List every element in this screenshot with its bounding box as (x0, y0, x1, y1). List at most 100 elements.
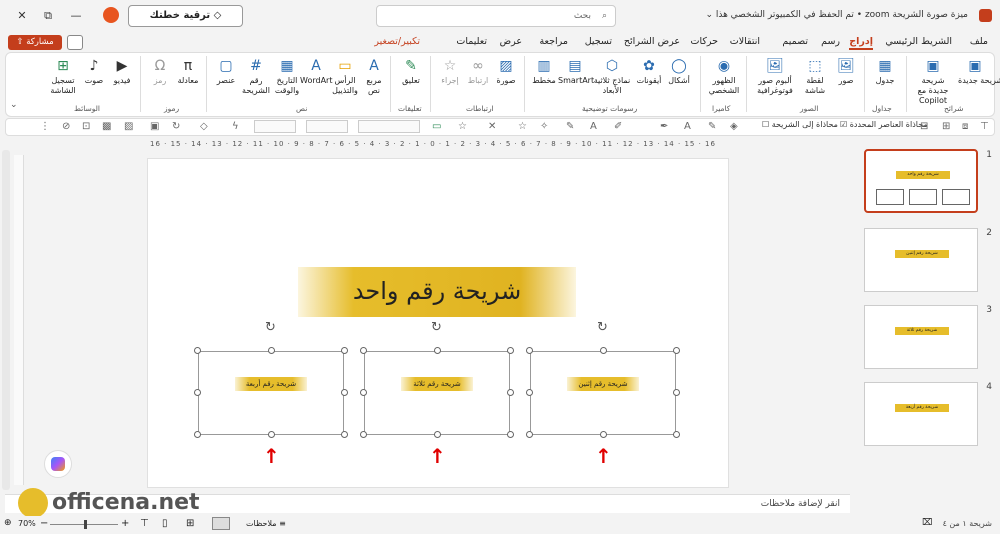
slide-thumbnail-4[interactable]: شريحة رقم أربعة (864, 382, 978, 446)
fit-slide-option[interactable]: ☐ محاذاة إلى الشريحة (762, 120, 838, 129)
resize-handle[interactable] (434, 347, 441, 354)
pen-icon[interactable]: ✎ (708, 121, 716, 132)
minimize-button[interactable]: — (66, 6, 86, 26)
resize-handle[interactable] (526, 347, 533, 354)
resize-handle[interactable] (673, 389, 680, 396)
search-input[interactable]: بحث ⌕ (376, 5, 616, 27)
brush-icon[interactable]: ✐ (614, 121, 622, 132)
bolt-icon[interactable]: ϟ (232, 121, 239, 132)
new-slide-button[interactable]: ▣ شريحة جديدة (958, 58, 1000, 86)
resize-handle[interactable] (194, 431, 201, 438)
height-input[interactable] (306, 120, 348, 133)
resize-handle[interactable] (526, 431, 533, 438)
3d-models-button[interactable]: ⬡ نماذج ثلاثية الأبعاد (592, 58, 632, 96)
crop-icon[interactable]: ⊡ (82, 121, 90, 132)
resize-handle[interactable] (600, 431, 607, 438)
normal-view-button[interactable] (212, 517, 230, 530)
date-time-button[interactable]: ▦ التاريخ والوقت (272, 58, 302, 96)
tab-record[interactable]: تسجيل (585, 36, 612, 47)
presenter-view-icon[interactable]: ⊤ (140, 518, 149, 529)
symbol-button[interactable]: Ω رمز (146, 58, 174, 86)
center-icon[interactable]: ⧈ (962, 121, 968, 132)
tab-home[interactable]: الشريط الرئيسي (885, 36, 952, 47)
tab-file[interactable]: ملف (970, 36, 988, 47)
star-icon[interactable]: ☆ (518, 121, 527, 132)
shapes-button[interactable]: ◯ أشكال (664, 58, 694, 86)
align-icon[interactable]: ⊟ (920, 121, 928, 132)
resize-handle[interactable] (360, 389, 367, 396)
favorite-icon[interactable]: ☆ (458, 121, 467, 132)
zoom-in-icon[interactable]: + (121, 518, 129, 529)
zoom-out-icon[interactable]: − (40, 518, 48, 529)
resize-handle[interactable] (526, 389, 533, 396)
tab-review[interactable]: مراجعة (539, 36, 568, 47)
resize-handle[interactable] (268, 347, 275, 354)
tab-slideshow[interactable]: عرض الشرائح (624, 36, 680, 47)
font-color-icon[interactable]: A (684, 121, 691, 132)
format-icon[interactable]: ⊘ (62, 121, 70, 132)
notes-toggle[interactable]: ملاحظات ≡ (246, 519, 286, 528)
zoom-box-four[interactable] (198, 351, 344, 435)
photo-album-button[interactable]: 🖼 ألبوم صور فوتوغرافية (752, 58, 798, 96)
tab-insert[interactable]: إدراج (849, 36, 873, 50)
tab-view[interactable]: عرض (500, 36, 522, 47)
resize-handle[interactable] (673, 431, 680, 438)
resize-handle[interactable] (507, 431, 514, 438)
resize-handle[interactable] (268, 431, 275, 438)
zoom-box-two[interactable] (530, 351, 676, 435)
fill-color-icon[interactable]: ◈ (730, 121, 738, 132)
slide-number-button[interactable]: # رقم الشريحة (240, 58, 272, 96)
resize-handle[interactable] (600, 347, 607, 354)
screen-record-button[interactable]: ⊞ تسجيل الشاشة (46, 58, 80, 96)
font-size-input[interactable] (358, 120, 420, 133)
video-button[interactable]: ▶ فيديو (108, 58, 136, 86)
resize-handle[interactable] (341, 389, 348, 396)
restore-button[interactable]: ⧉ (38, 6, 58, 26)
screenshot-button[interactable]: ⬚ لقطة شاشة (800, 58, 830, 96)
tab-design[interactable]: تصميم (782, 36, 808, 47)
resize-handle[interactable] (673, 347, 680, 354)
slide-thumbnail-2[interactable]: شريحة رقم إثنين (864, 228, 978, 292)
upgrade-plan-button[interactable]: ترقية خطتك ◇ (128, 5, 243, 27)
resize-handle[interactable] (507, 389, 514, 396)
tab-animations[interactable]: حركات (691, 36, 718, 47)
tab-transitions[interactable]: انتقالات (730, 36, 760, 47)
underline-icon[interactable]: A (590, 121, 597, 132)
zoom-insert-button[interactable]: ▨ صورة (492, 58, 520, 86)
image-icon[interactable]: ▩ (102, 121, 111, 132)
align-selected-option[interactable]: ☑ محاذاة العناصر المحددة (840, 120, 928, 129)
resize-handle[interactable] (360, 431, 367, 438)
object-button[interactable]: ▢ عنصر (212, 58, 240, 86)
collapse-ribbon-icon[interactable]: ⌄ (10, 100, 18, 110)
tab-help[interactable]: تعليمات (456, 36, 487, 47)
align-top-icon[interactable]: ⊤ (980, 121, 989, 132)
audio-button[interactable]: ♪ صوت (80, 58, 108, 86)
resize-handle[interactable] (341, 347, 348, 354)
resize-handle[interactable] (341, 431, 348, 438)
slide-title[interactable]: شريحة رقم واحد (298, 267, 576, 317)
rotate-handle-icon[interactable]: ↻ (431, 320, 442, 335)
distribute-icon[interactable]: ⊞ (942, 121, 950, 132)
smartart-button[interactable]: ▤ SmartArt (558, 58, 594, 86)
close-icon[interactable]: ✕ (488, 121, 496, 132)
zoom-box-three[interactable] (364, 351, 510, 435)
share-button[interactable]: ⇧ مشاركة (8, 35, 62, 50)
header-footer-button[interactable]: ▭ الرأس والتذييل (330, 58, 360, 96)
group-objects-icon[interactable]: ▣ (150, 121, 159, 132)
chart-button[interactable]: ▥ مخطط (530, 58, 558, 86)
tab-zoom[interactable]: تكبير/تصغير (374, 36, 420, 47)
zoom-slider-thumb[interactable] (84, 520, 87, 529)
resize-handle[interactable] (434, 431, 441, 438)
resize-handle[interactable] (194, 389, 201, 396)
pictures-button[interactable]: 🖼 صور (832, 58, 860, 86)
rotate-icon[interactable]: ↻ (172, 121, 180, 132)
fit-window-icon[interactable]: ⊕ (4, 518, 12, 528)
copilot-slide-button[interactable]: ▣ شريحة جديدة مع Copilot (912, 58, 954, 106)
resize-handle[interactable] (360, 347, 367, 354)
more-tools-icon[interactable]: ⋮ (40, 121, 50, 132)
picture-tool-icon[interactable]: ▨ (124, 121, 133, 132)
rotate-handle-icon[interactable]: ↻ (265, 320, 276, 335)
rotate-handle-icon[interactable]: ↻ (597, 320, 608, 335)
table-button[interactable]: ▦ جدول (870, 58, 900, 86)
document-title[interactable]: ميزة صورة الشريحة zoom • تم الحفظ في الك… (705, 10, 968, 20)
